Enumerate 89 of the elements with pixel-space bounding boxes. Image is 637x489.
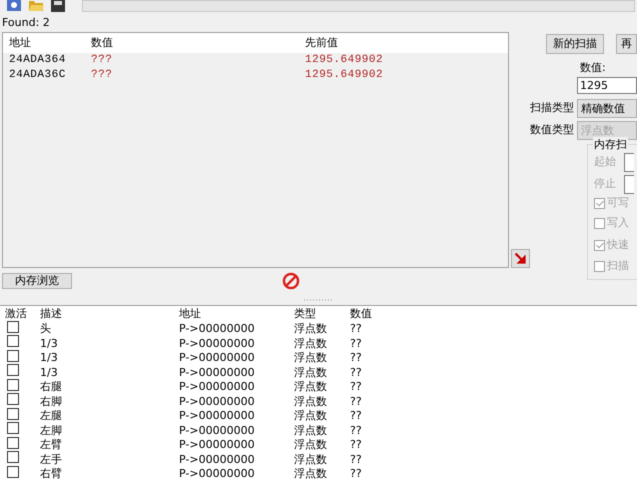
table-cell: 浮点数	[294, 452, 327, 466]
column-header: 激活	[5, 306, 27, 320]
table-cell: 浮点数	[294, 467, 327, 480]
table-cell: 1295.649902	[305, 69, 384, 82]
table-cell: ??	[350, 351, 362, 364]
table-cell: P->00000000	[179, 424, 255, 436]
found-count: Found: 2	[2, 16, 50, 29]
value-input[interactable]: 1295	[577, 76, 637, 94]
table-cell: P->00000000	[179, 351, 255, 364]
splitter-handle[interactable]	[304, 299, 334, 302]
table-cell: ??	[350, 438, 362, 451]
next-scan-button[interactable]: 再	[616, 34, 637, 54]
table-cell: 1/3	[40, 351, 58, 364]
checkbox[interactable]	[7, 393, 19, 405]
table-cell: 浮点数	[294, 322, 327, 335]
table-cell: 浮点数	[294, 424, 327, 436]
column-header: 描述	[40, 306, 62, 320]
table-cell: 24ADA364	[9, 54, 66, 66]
table-cell: 1295.649902	[305, 54, 384, 66]
table-cell: ??	[350, 409, 362, 422]
table-cell: ??	[350, 380, 362, 393]
table-cell: P->00000000	[179, 336, 255, 350]
option-label: 写入	[607, 215, 629, 232]
table-cell: 右腿	[40, 380, 62, 393]
table-cell: 右脚	[40, 394, 62, 408]
table-cell: P->00000000	[179, 366, 255, 378]
results-list[interactable]: 地址 数值 先前值 24ADA364 ??? 1295.649902 24ADA36C ??? 1295.649902	[2, 32, 509, 268]
column-header: 地址	[179, 306, 201, 320]
table-cell: P->00000000	[179, 380, 255, 393]
checkbox[interactable]	[7, 422, 19, 434]
column-header: 数值	[350, 306, 372, 320]
option-label: 扫描	[607, 258, 629, 274]
table-cell: ??	[350, 452, 362, 466]
table-cell: ??	[350, 394, 362, 408]
column-header: 类型	[294, 306, 316, 320]
table-cell: 浮点数	[294, 380, 327, 393]
table-cell: 浮点数	[294, 409, 327, 422]
table-cell: 左臂	[40, 438, 62, 451]
table-cell: ???	[91, 69, 112, 82]
table-cell: P->00000000	[179, 322, 255, 335]
column-header: 数值	[91, 36, 113, 49]
table-cell: ??	[350, 336, 362, 350]
table-cell: 1/3	[40, 336, 58, 350]
option-label: 快速	[607, 237, 629, 254]
scan-type-label: 扫描类型	[530, 100, 574, 116]
checkbox[interactable]	[7, 364, 19, 376]
scan-type-dropdown[interactable]: 精确数值	[577, 98, 637, 118]
table-cell: 浮点数	[294, 351, 327, 364]
save-icon[interactable]	[50, 0, 66, 12]
table-cell: ??	[350, 322, 362, 335]
table-cell: P->00000000	[179, 452, 255, 466]
table-cell: 左手	[40, 452, 62, 466]
table-cell: ???	[91, 54, 112, 66]
option-label: 可写	[607, 194, 629, 211]
checkbox[interactable]	[7, 320, 19, 332]
value-type-label: 数值类型	[530, 122, 574, 138]
table-cell: P->00000000	[179, 409, 255, 422]
checkbox[interactable]	[7, 451, 19, 463]
table-cell: 左腿	[40, 409, 62, 422]
field-label: 起始	[594, 154, 616, 170]
table-cell: 24ADA36C	[9, 69, 66, 82]
table-cell: 浮点数	[294, 438, 327, 451]
memory-view-button[interactable]: 内存浏览	[2, 273, 72, 289]
table-cell: P->00000000	[179, 438, 255, 451]
checkbox[interactable]	[7, 408, 19, 420]
field-label: 停止	[594, 176, 616, 192]
table-cell: 浮点数	[294, 394, 327, 408]
column-header: 地址	[9, 36, 31, 49]
new-scan-button[interactable]: 新的扫描	[546, 34, 604, 54]
table-cell: 浮点数	[294, 336, 327, 350]
value-label: 数值:	[580, 61, 606, 74]
table-cell: 浮点数	[294, 366, 327, 378]
table-cell: 1/3	[40, 366, 58, 378]
table-cell: P->00000000	[179, 467, 255, 480]
checkbox[interactable]	[7, 350, 19, 362]
column-header: 先前值	[305, 36, 338, 49]
checkbox[interactable]	[7, 335, 19, 347]
table-cell: P->00000000	[179, 394, 255, 408]
table-cell: ??	[350, 366, 362, 378]
table-cell: 右臂	[40, 467, 62, 480]
checkbox[interactable]	[7, 466, 19, 478]
stop-icon[interactable]	[282, 272, 300, 290]
table-cell: 左脚	[40, 424, 62, 436]
checkbox[interactable]	[7, 436, 19, 448]
table-cell: 头	[40, 322, 51, 335]
process-icon[interactable]	[6, 0, 22, 12]
table-cell: ??	[350, 467, 362, 480]
checkbox[interactable]	[7, 378, 19, 390]
table-cell: ??	[350, 424, 362, 436]
